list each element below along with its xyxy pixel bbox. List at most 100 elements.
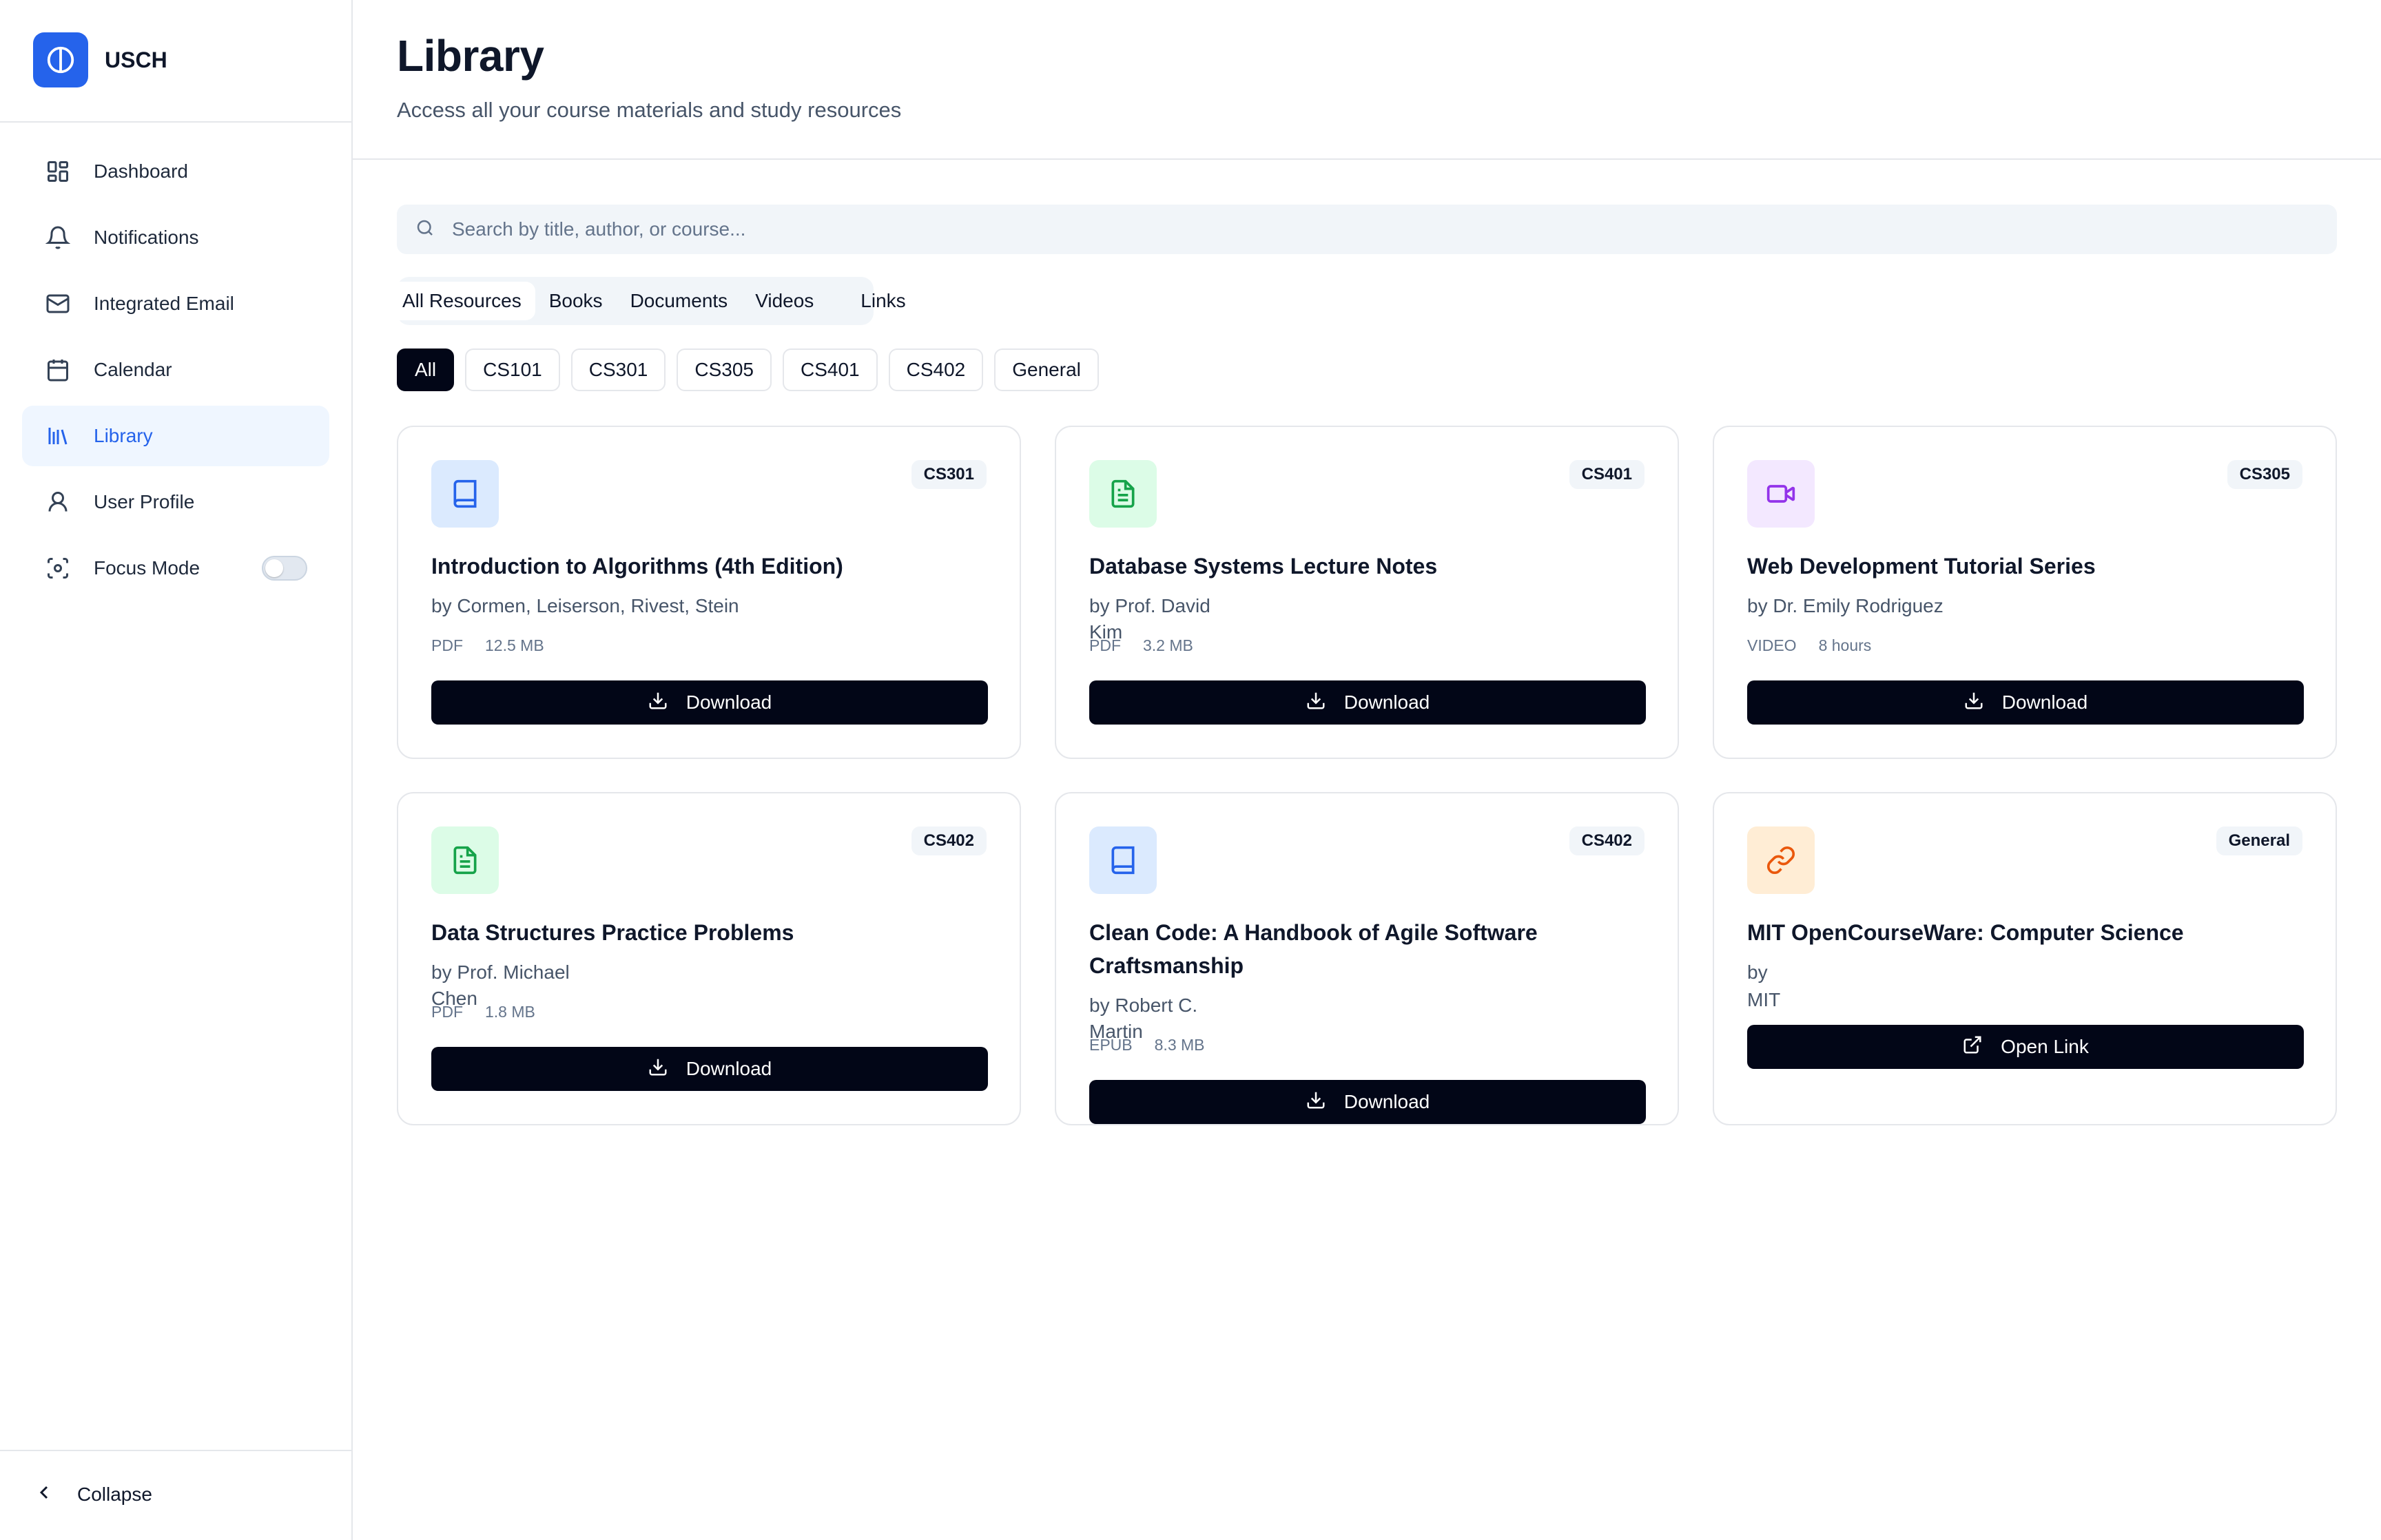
download-icon xyxy=(1306,690,1326,716)
download-icon xyxy=(1306,1090,1326,1115)
external-link-icon xyxy=(1962,1034,1983,1060)
resource-meta: PDF 12.5 MB xyxy=(431,636,544,655)
resource-author: by Dr. Emily Rodriguez xyxy=(1747,592,1944,620)
resource-author: by Cormen, Leiserson, Rivest, Stein xyxy=(431,592,739,620)
filter-chip-cs301[interactable]: CS301 xyxy=(570,348,666,391)
course-badge: General xyxy=(2216,826,2302,855)
resource-type-tabs: All Resources Books Documents Videos Lin… xyxy=(389,277,906,325)
sidebar-item-label: Dashboard xyxy=(94,160,188,182)
filter-chip-cs402[interactable]: CS402 xyxy=(888,348,984,391)
resource-card: CS301 Introduction to Algorithms (4th Ed… xyxy=(397,426,1021,759)
download-button[interactable]: Download xyxy=(431,680,988,725)
button-label: Download xyxy=(1343,1091,1430,1112)
sidebar-item-label: Notifications xyxy=(94,227,199,248)
download-icon xyxy=(648,1057,668,1082)
sidebar-item-dashboard[interactable]: Dashboard xyxy=(22,141,329,202)
filter-chip-general[interactable]: General xyxy=(994,348,1099,391)
author-line: by Cormen, Leiserson, Rivest, Stein xyxy=(431,595,739,616)
tab-documents[interactable]: Documents xyxy=(617,282,742,320)
focus-icon xyxy=(44,554,72,582)
collapse-button[interactable]: Collapse xyxy=(33,1474,152,1515)
author-line: by Dr. Emily Rodriguez xyxy=(1747,595,1944,616)
resource-format: PDF xyxy=(431,1003,463,1021)
resource-meta: PDF 1.8 MB xyxy=(431,1003,535,1021)
book-icon xyxy=(1089,826,1157,894)
resource-card: CS402 Clean Code: A Handbook of Agile So… xyxy=(1055,792,1679,1125)
sidebar-item-focus-mode: Focus Mode xyxy=(22,538,329,599)
download-button[interactable]: Download xyxy=(1089,1080,1646,1124)
document-icon xyxy=(1089,460,1157,528)
document-icon xyxy=(431,826,499,894)
calendar-icon xyxy=(44,356,72,384)
sidebar-item-integrated-email[interactable]: Integrated Email xyxy=(22,273,329,334)
library-icon xyxy=(44,422,72,450)
link-icon xyxy=(1747,826,1815,894)
open-link-button[interactable]: Open Link xyxy=(1747,1025,2304,1069)
sidebar-item-notifications[interactable]: Notifications xyxy=(22,207,329,268)
course-badge: CS305 xyxy=(2227,460,2302,489)
sidebar-divider xyxy=(0,121,351,123)
search-icon xyxy=(415,218,435,242)
sidebar-item-user-profile[interactable]: User Profile xyxy=(22,472,329,532)
sidebar-nav: Dashboard Notifications Integrated Email… xyxy=(22,141,329,604)
bell-icon xyxy=(44,224,72,251)
download-button[interactable]: Download xyxy=(1089,680,1646,725)
download-button[interactable]: Download xyxy=(1747,680,2304,725)
button-label: Download xyxy=(686,1058,772,1079)
resource-title: Database Systems Lecture Notes xyxy=(1089,554,1438,579)
tab-links[interactable]: Links xyxy=(847,282,919,320)
toggle-knob xyxy=(265,559,283,577)
resource-card: General MIT OpenCourseWare: Computer Sci… xyxy=(1713,792,2337,1125)
brand-logo-icon xyxy=(33,32,88,87)
resource-card: CS402 Data Structures Practice Problems … xyxy=(397,792,1021,1125)
resource-title: Web Development Tutorial Series xyxy=(1747,554,2096,579)
focus-mode-toggle[interactable] xyxy=(262,556,307,581)
tab-books[interactable]: Books xyxy=(535,282,617,320)
button-label: Open Link xyxy=(2001,1036,2089,1057)
app: USCH Dashboard Notifications Integrated … xyxy=(0,0,2381,1540)
sidebar-item-label: Integrated Email xyxy=(94,293,234,314)
page-title: Library xyxy=(397,31,544,81)
author-line: MIT xyxy=(1747,989,1781,1010)
resource-format: PDF xyxy=(431,636,463,654)
author-line: by Prof. Michael xyxy=(431,961,570,983)
sidebar-item-label: Focus Mode xyxy=(94,557,200,579)
search-bar xyxy=(397,205,2337,254)
filter-chip-cs305[interactable]: CS305 xyxy=(677,348,772,391)
filter-chip-cs101[interactable]: CS101 xyxy=(465,348,560,391)
author-line: by xyxy=(1747,961,1768,983)
filter-chip-all[interactable]: All xyxy=(397,348,455,391)
tab-all-resources[interactable]: All Resources xyxy=(389,282,535,320)
course-badge: CS401 xyxy=(1569,460,1645,489)
download-button[interactable]: Download xyxy=(431,1047,988,1091)
resource-size: 8 hours xyxy=(1818,636,1872,654)
course-badge: CS402 xyxy=(1569,826,1645,855)
brand-name: USCH xyxy=(105,47,167,72)
tab-videos[interactable]: Videos xyxy=(741,282,827,320)
sidebar-item-label: User Profile xyxy=(94,491,195,512)
resource-title: Data Structures Practice Problems xyxy=(431,920,794,945)
resource-meta: PDF 3.2 MB xyxy=(1089,636,1193,655)
course-filter-chips: All CS101 CS301 CS305 CS401 CS402 Genera… xyxy=(397,348,1110,391)
sidebar: USCH Dashboard Notifications Integrated … xyxy=(0,0,353,1540)
sidebar-item-label: Calendar xyxy=(94,359,172,380)
resource-format: PDF xyxy=(1089,636,1121,654)
video-icon xyxy=(1747,460,1815,528)
brand[interactable]: USCH xyxy=(33,32,167,87)
search-input[interactable] xyxy=(452,218,2243,240)
resource-card: CS401 Database Systems Lecture Notes by … xyxy=(1055,426,1679,759)
filter-chip-cs401[interactable]: CS401 xyxy=(783,348,878,391)
resource-format: EPUB xyxy=(1089,1036,1133,1054)
resource-size: 12.5 MB xyxy=(485,636,544,654)
resource-title: Clean Code: A Handbook of Agile Software… xyxy=(1089,920,1538,978)
chevron-left-icon xyxy=(33,1481,55,1508)
download-icon xyxy=(1963,690,1984,716)
sidebar-item-calendar[interactable]: Calendar xyxy=(22,340,329,400)
course-badge: CS402 xyxy=(911,826,987,855)
resource-format: VIDEO xyxy=(1747,636,1797,654)
sidebar-item-library[interactable]: Library xyxy=(22,406,329,466)
resource-title: MIT OpenCourseWare: Computer Science xyxy=(1747,920,2184,945)
button-label: Download xyxy=(686,691,772,713)
sidebar-item-label: Library xyxy=(94,425,153,446)
button-label: Download xyxy=(1343,691,1430,713)
